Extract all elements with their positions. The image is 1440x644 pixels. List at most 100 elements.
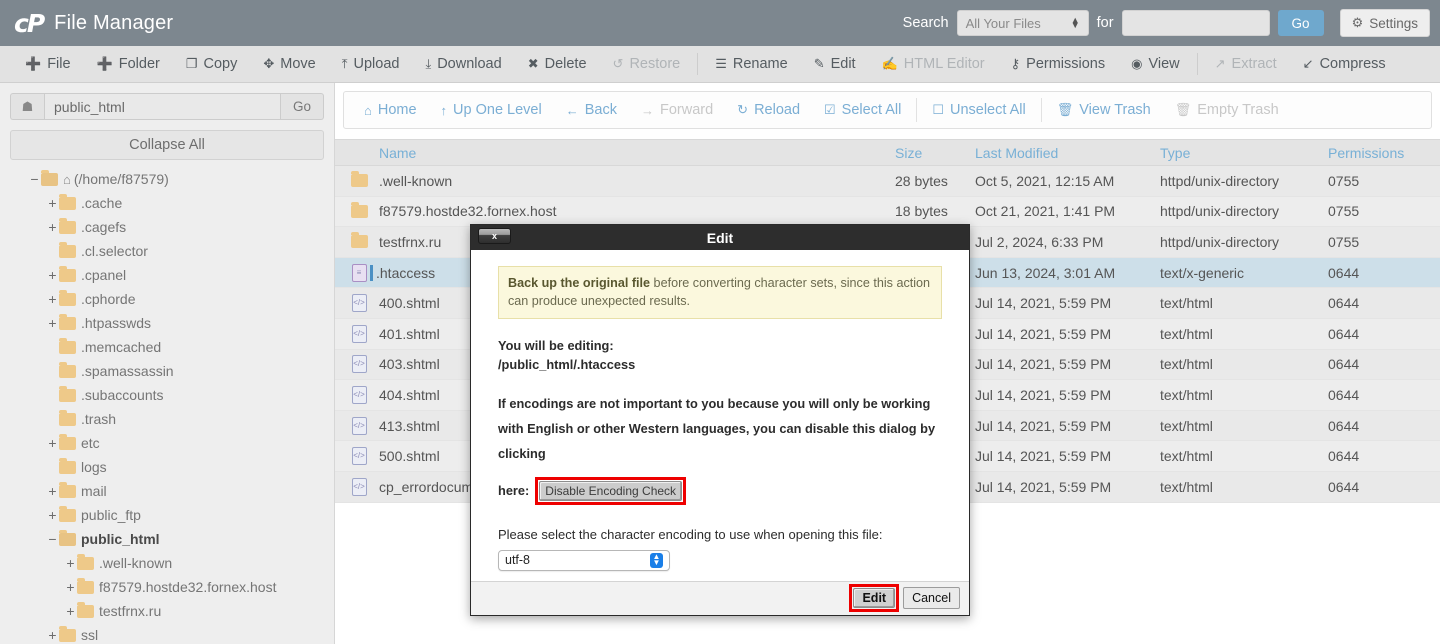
toolbar-item-delete[interactable]: ✖Delete — [515, 56, 600, 72]
expand-icon[interactable]: + — [46, 195, 59, 211]
edit-button-highlight: Edit — [849, 584, 899, 612]
expand-icon[interactable]: + — [46, 483, 59, 499]
tree-item[interactable]: −⌂(/home/f87579) — [10, 167, 324, 191]
compress-icon: ↙ — [1303, 56, 1314, 72]
tree-item[interactable]: +.cphorde — [10, 287, 324, 311]
toolbar-item-upload[interactable]: ⤒Upload — [329, 56, 413, 72]
expand-icon[interactable]: + — [46, 315, 59, 331]
tree-spacer: + — [46, 411, 59, 427]
expand-icon[interactable]: + — [46, 435, 59, 451]
home-icon: ⌂ — [364, 103, 372, 118]
row-icon-cell: </> — [335, 294, 373, 312]
toolbar-item-file[interactable]: ➕File — [12, 56, 84, 72]
toolbar-item-view[interactable]: ◉View — [1118, 56, 1193, 72]
toolbar-item-folder[interactable]: ➕Folder — [84, 56, 173, 72]
folder-icon — [59, 485, 76, 498]
table-row[interactable]: f87579.hostde32.fornex.host18 bytesOct 2… — [335, 197, 1440, 228]
html-file-icon: </> — [352, 478, 367, 496]
path-go-button[interactable]: Go — [281, 93, 324, 120]
expand-icon[interactable]: + — [46, 507, 59, 523]
tree-item[interactable]: + mail — [10, 479, 324, 503]
nav-item-unselect-all[interactable]: ☐Unselect All — [920, 102, 1037, 118]
toolbar-item-compress[interactable]: ↙Compress — [1290, 56, 1399, 72]
tree-item[interactable]: +testfrnx.ru — [10, 599, 324, 623]
column-header-permissions[interactable]: Permissions — [1328, 145, 1440, 161]
tree-item[interactable]: +.trash — [10, 407, 324, 431]
column-header-size[interactable]: Size — [895, 145, 975, 161]
folder-icon — [59, 437, 76, 450]
expand-icon[interactable]: + — [64, 603, 77, 619]
tree-item-label: public_ftp — [81, 507, 141, 523]
nav-item-reload[interactable]: ↻Reload — [725, 102, 812, 118]
settings-button[interactable]: ⚙ Settings — [1340, 9, 1430, 37]
cell-type: httpd/unix-directory — [1160, 173, 1328, 189]
toolbar-item-restore: ↺Restore — [600, 56, 694, 72]
tree-item[interactable]: +.memcached — [10, 335, 324, 359]
tree-item[interactable]: +.subaccounts — [10, 383, 324, 407]
close-icon[interactable]: x — [478, 228, 511, 244]
cell-last-modified: Jul 14, 2021, 5:59 PM — [975, 387, 1160, 403]
toolbar-item-rename[interactable]: ☰Rename — [702, 56, 800, 72]
tree-item[interactable]: +etc — [10, 431, 324, 455]
toolbar-item-label: Delete — [545, 56, 587, 72]
expand-icon[interactable]: + — [46, 627, 59, 643]
path-input[interactable] — [44, 93, 281, 120]
tree-item[interactable]: +.spamassassin — [10, 359, 324, 383]
tree-item[interactable]: +ssl — [10, 623, 324, 644]
expand-icon[interactable]: + — [46, 267, 59, 283]
column-header-name[interactable]: Name — [373, 145, 895, 161]
nav-item-home[interactable]: ⌂Home — [352, 102, 429, 118]
nav-item-view-trash[interactable]: 🗑View Trash — [1045, 102, 1163, 118]
toolbar-item-copy[interactable]: ❐Copy — [173, 56, 251, 72]
collapse-icon[interactable]: − — [28, 171, 41, 187]
tree-item[interactable]: +.cl.selector — [10, 239, 324, 263]
toolbar-item-label: Copy — [204, 56, 238, 72]
expand-icon[interactable]: + — [64, 555, 77, 571]
cell-name: .well-known — [373, 173, 895, 189]
nav-item-up-one-level[interactable]: ↑Up One Level — [429, 102, 554, 118]
cell-size: 28 bytes — [895, 173, 975, 189]
arrow-up-icon: ↑ — [441, 103, 448, 118]
disable-encoding-check-button[interactable]: Disable Encoding Check — [539, 481, 682, 501]
encoding-select[interactable]: utf-8 ▲▼ — [498, 550, 670, 571]
collapse-all-button[interactable]: Collapse All — [10, 130, 324, 160]
tree-item[interactable]: + public_ftp — [10, 503, 324, 527]
row-icon-cell: </> — [335, 447, 373, 465]
toolbar-item-permissions[interactable]: ⚷Permissions — [998, 56, 1119, 72]
edit-confirm-button[interactable]: Edit — [853, 588, 895, 608]
table-row[interactable]: .well-known28 bytesOct 5, 2021, 12:15 AM… — [335, 166, 1440, 197]
toolbar-item-move[interactable]: ✥Move — [250, 56, 328, 72]
search-input[interactable] — [1122, 10, 1270, 36]
tree-item[interactable]: −public_html — [10, 527, 324, 551]
nav-item-label: Reload — [754, 102, 800, 118]
toolbar-item-label: Download — [437, 56, 502, 72]
disable-encoding-row: here: Disable Encoding Check — [498, 477, 942, 505]
toolbar-item-download[interactable]: ⤓Download — [412, 56, 514, 72]
expand-icon[interactable]: + — [46, 219, 59, 235]
cancel-button[interactable]: Cancel — [903, 587, 960, 609]
expand-icon[interactable]: + — [64, 579, 77, 595]
tree-item-label: .subaccounts — [81, 387, 164, 403]
tree-item[interactable]: +.cpanel — [10, 263, 324, 287]
search-go-button[interactable]: Go — [1278, 10, 1324, 36]
tree-item[interactable]: +.cagefs — [10, 215, 324, 239]
tree-item[interactable]: +logs — [10, 455, 324, 479]
nav-item-select-all[interactable]: ☑Select All — [812, 102, 913, 118]
tree-item[interactable]: +.well-known — [10, 551, 324, 575]
search-scope-select[interactable]: All Your Files ▲▼ — [957, 10, 1089, 36]
tree-item-label: mail — [81, 483, 107, 499]
toolbar-item-label: Move — [280, 56, 315, 72]
expand-icon[interactable]: + — [46, 291, 59, 307]
directory-tree: −⌂(/home/f87579)+.cache+.cagefs+.cl.sele… — [10, 167, 324, 644]
tree-item[interactable]: +.cache — [10, 191, 324, 215]
column-header-last-modified[interactable]: Last Modified — [975, 145, 1160, 161]
nav-divider — [1041, 98, 1042, 122]
tree-item[interactable]: +.htpasswds — [10, 311, 324, 335]
folder-icon — [351, 235, 368, 248]
column-header-type[interactable]: Type — [1160, 145, 1328, 161]
home-icon[interactable]: ☗ — [10, 93, 44, 120]
collapse-icon[interactable]: − — [46, 531, 59, 547]
toolbar-item-edit[interactable]: ✎Edit — [801, 56, 869, 72]
tree-item[interactable]: +f87579.hostde32.fornex.host — [10, 575, 324, 599]
nav-item-back[interactable]: ←Back — [554, 102, 629, 118]
